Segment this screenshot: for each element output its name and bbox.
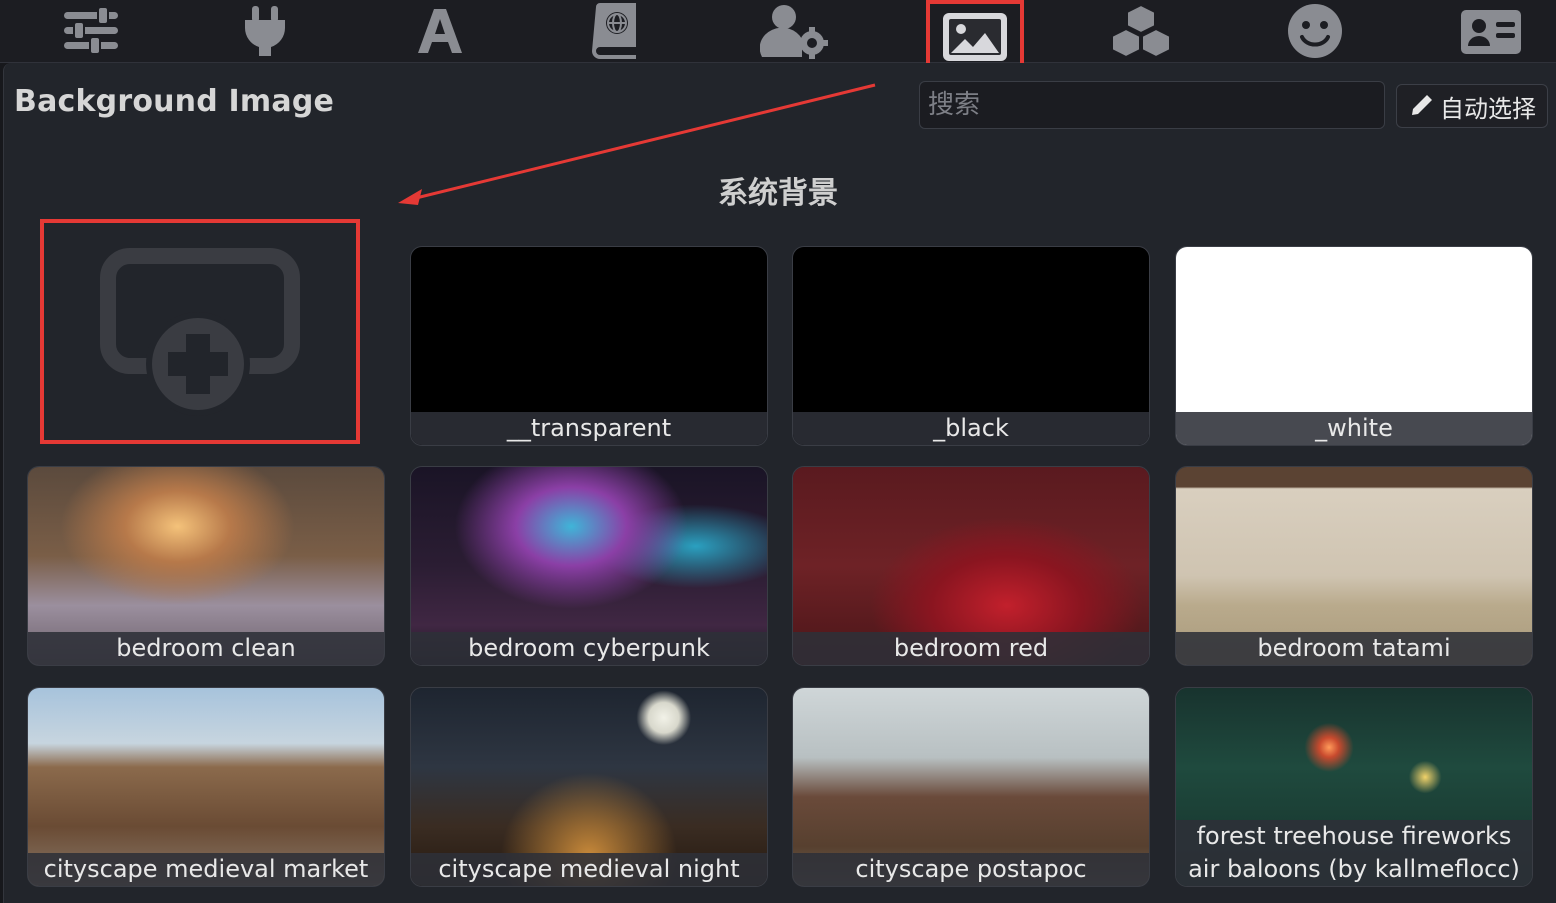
tab-extensions[interactable] xyxy=(220,0,310,62)
cubes-icon xyxy=(1111,3,1171,59)
background-card-bedroom-clean[interactable]: bedroom clean xyxy=(27,466,385,666)
sliders-icon xyxy=(64,6,118,55)
background-card-medieval-market[interactable]: cityscape medieval market xyxy=(27,687,385,887)
background-card-transparent[interactable]: __transparent xyxy=(410,246,768,446)
user-settings-icon xyxy=(760,5,828,59)
search-input[interactable] xyxy=(919,81,1385,129)
background-card-label: __transparent xyxy=(411,412,767,445)
tab-characters[interactable] xyxy=(1270,0,1360,62)
tab-extensions-cubes[interactable] xyxy=(1096,0,1186,62)
background-card-label: bedroom red xyxy=(793,632,1149,665)
auto-select-button[interactable]: 自动选择 xyxy=(1396,84,1548,128)
background-card-label: bedroom tatami xyxy=(1176,632,1532,665)
add-background-button[interactable] xyxy=(40,219,360,444)
section-title: 系统背景 xyxy=(718,176,838,211)
background-card-black[interactable]: _black xyxy=(792,246,1150,446)
background-card-label: _black xyxy=(793,412,1149,445)
background-card-bedroom-tatami[interactable]: bedroom tatami xyxy=(1175,466,1533,666)
background-card-postapoc[interactable]: cityscape postapoc xyxy=(792,687,1150,887)
smiley-icon xyxy=(1288,4,1342,58)
image-icon xyxy=(943,13,1007,61)
auto-select-label: 自动选择 xyxy=(1440,94,1536,123)
plug-icon xyxy=(245,6,285,56)
background-card-label: cityscape medieval market xyxy=(28,853,384,886)
background-card-bedroom-red[interactable]: bedroom red xyxy=(792,466,1150,666)
top-nav-bar xyxy=(0,0,1556,74)
background-card-label: bedroom cyberpunk xyxy=(411,632,767,665)
background-card-label: forest treehouse fireworks air baloons (… xyxy=(1176,820,1532,886)
background-card-medieval-night[interactable]: cityscape medieval night xyxy=(410,687,768,887)
tab-user-settings[interactable] xyxy=(750,0,840,62)
tab-font[interactable] xyxy=(395,0,485,62)
tab-persona[interactable] xyxy=(1446,0,1536,62)
add-image-icon xyxy=(100,248,300,416)
tab-settings[interactable] xyxy=(46,0,136,62)
background-card-label: _white xyxy=(1176,412,1532,445)
pencil-icon xyxy=(1412,95,1432,115)
background-card-white[interactable]: _white xyxy=(1175,246,1533,446)
font-a-icon xyxy=(418,9,462,53)
page-title: Background Image xyxy=(14,84,335,119)
background-card-label: cityscape postapoc xyxy=(793,853,1149,886)
background-card-label: bedroom clean xyxy=(28,632,384,665)
globe-book-icon xyxy=(592,3,636,59)
tab-world-info[interactable] xyxy=(570,0,660,62)
id-card-icon xyxy=(1461,10,1521,54)
background-card-bedroom-cyberpunk[interactable]: bedroom cyberpunk xyxy=(410,466,768,666)
background-card-forest-fireworks[interactable]: forest treehouse fireworks air baloons (… xyxy=(1175,687,1533,887)
background-card-label: cityscape medieval night xyxy=(411,853,767,886)
